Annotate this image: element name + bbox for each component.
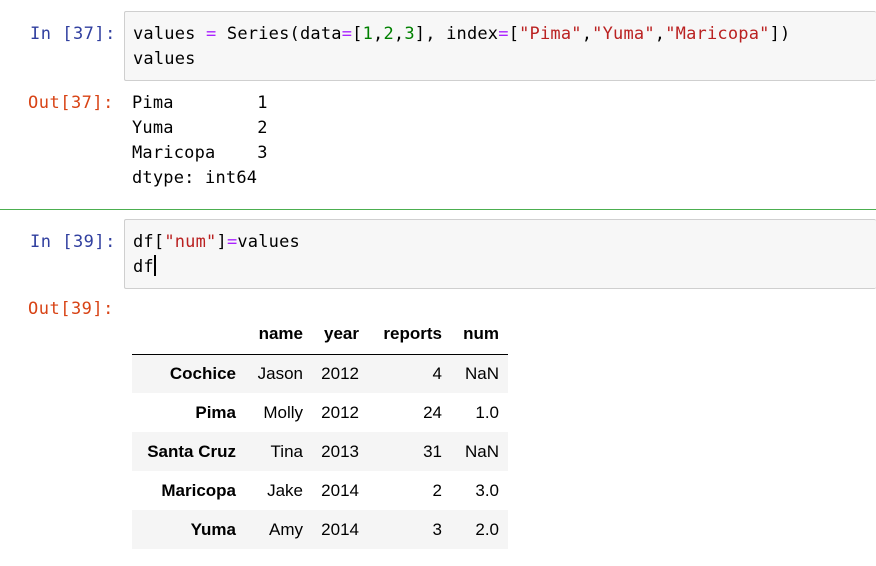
column-header-year: year bbox=[312, 315, 368, 355]
row-index: Yuma bbox=[190, 519, 236, 539]
table-row: Maricopa Jake 2014 2 3.0 bbox=[132, 471, 508, 510]
code-line-1: values = Series(data=[1,2,3], index=["Pi… bbox=[133, 24, 791, 44]
cell-num: 3.0 bbox=[475, 480, 499, 500]
cell-year: 2014 bbox=[321, 480, 359, 500]
column-header-reports: reports bbox=[368, 315, 451, 355]
index-header bbox=[132, 315, 245, 355]
cell-reports: 31 bbox=[423, 441, 442, 461]
text-cursor bbox=[153, 255, 156, 276]
row-index: Maricopa bbox=[161, 480, 236, 500]
input-prompt: In [39]: bbox=[30, 232, 116, 252]
code-line-2: values bbox=[133, 49, 196, 69]
cell-year: 2014 bbox=[321, 519, 359, 539]
output-line: Yuma 2 bbox=[132, 118, 268, 138]
cell-name: Molly bbox=[263, 402, 303, 422]
cell-name: Jake bbox=[267, 480, 303, 500]
series-output: Pima 1 Yuma 2 Maricopa 3 dtype: int64 bbox=[132, 91, 268, 191]
code-input-area[interactable]: values = Series(data=[1,2,3], index=["Pi… bbox=[124, 11, 876, 81]
cell-num: 2.0 bbox=[475, 519, 499, 539]
cell-reports: 2 bbox=[432, 480, 442, 500]
code-editor[interactable]: values = Series(data=[1,2,3], index=["Pi… bbox=[133, 22, 790, 72]
table-row: Pima Molly 2012 24 1.0 bbox=[132, 393, 508, 432]
code-line-1: df["num"]=values bbox=[133, 232, 300, 252]
cell-year: 2012 bbox=[321, 402, 359, 422]
table-row: Yuma Amy 2014 3 2.0 bbox=[132, 510, 508, 549]
cell-num: NaN bbox=[464, 441, 499, 461]
row-index: Santa Cruz bbox=[147, 441, 236, 461]
table-header-row: name year reports num bbox=[132, 315, 508, 355]
input-prompt: In [37]: bbox=[30, 24, 116, 44]
code-editor[interactable]: df["num"]=values df bbox=[133, 230, 300, 280]
output-line: Pima 1 bbox=[132, 93, 268, 113]
output-line: dtype: int64 bbox=[132, 168, 258, 188]
cell-num: NaN bbox=[464, 363, 499, 383]
table-row: Cochice Jason 2012 4 NaN bbox=[132, 354, 508, 393]
table-row: Santa Cruz Tina 2013 31 NaN bbox=[132, 432, 508, 471]
cell-reports: 3 bbox=[432, 519, 442, 539]
cell-name: Tina bbox=[270, 441, 303, 461]
output-prompt: Out[37]: bbox=[28, 93, 114, 113]
notebook-cell-37[interactable]: In [37]: values = Series(data=[1,2,3], i… bbox=[0, 0, 876, 200]
column-header-num: num bbox=[451, 315, 508, 355]
dataframe-table: name year reports num Cochice Jason 2012… bbox=[132, 315, 508, 549]
row-index: Cochice bbox=[169, 363, 236, 383]
cell-num: 1.0 bbox=[475, 402, 499, 422]
cell-name: Jason bbox=[257, 363, 303, 383]
output-prompt: Out[39]: bbox=[28, 299, 114, 319]
cell-reports: 24 bbox=[423, 402, 442, 422]
code-line-2: df bbox=[133, 255, 156, 277]
code-input-area[interactable]: df["num"]=values df bbox=[124, 219, 876, 289]
cell-reports: 4 bbox=[432, 363, 442, 383]
cell-name: Amy bbox=[269, 519, 303, 539]
cell-year: 2012 bbox=[321, 363, 359, 383]
output-line: Maricopa 3 bbox=[132, 143, 268, 163]
row-index: Pima bbox=[195, 402, 236, 422]
column-header-name: name bbox=[245, 315, 312, 355]
cell-year: 2013 bbox=[321, 441, 359, 461]
